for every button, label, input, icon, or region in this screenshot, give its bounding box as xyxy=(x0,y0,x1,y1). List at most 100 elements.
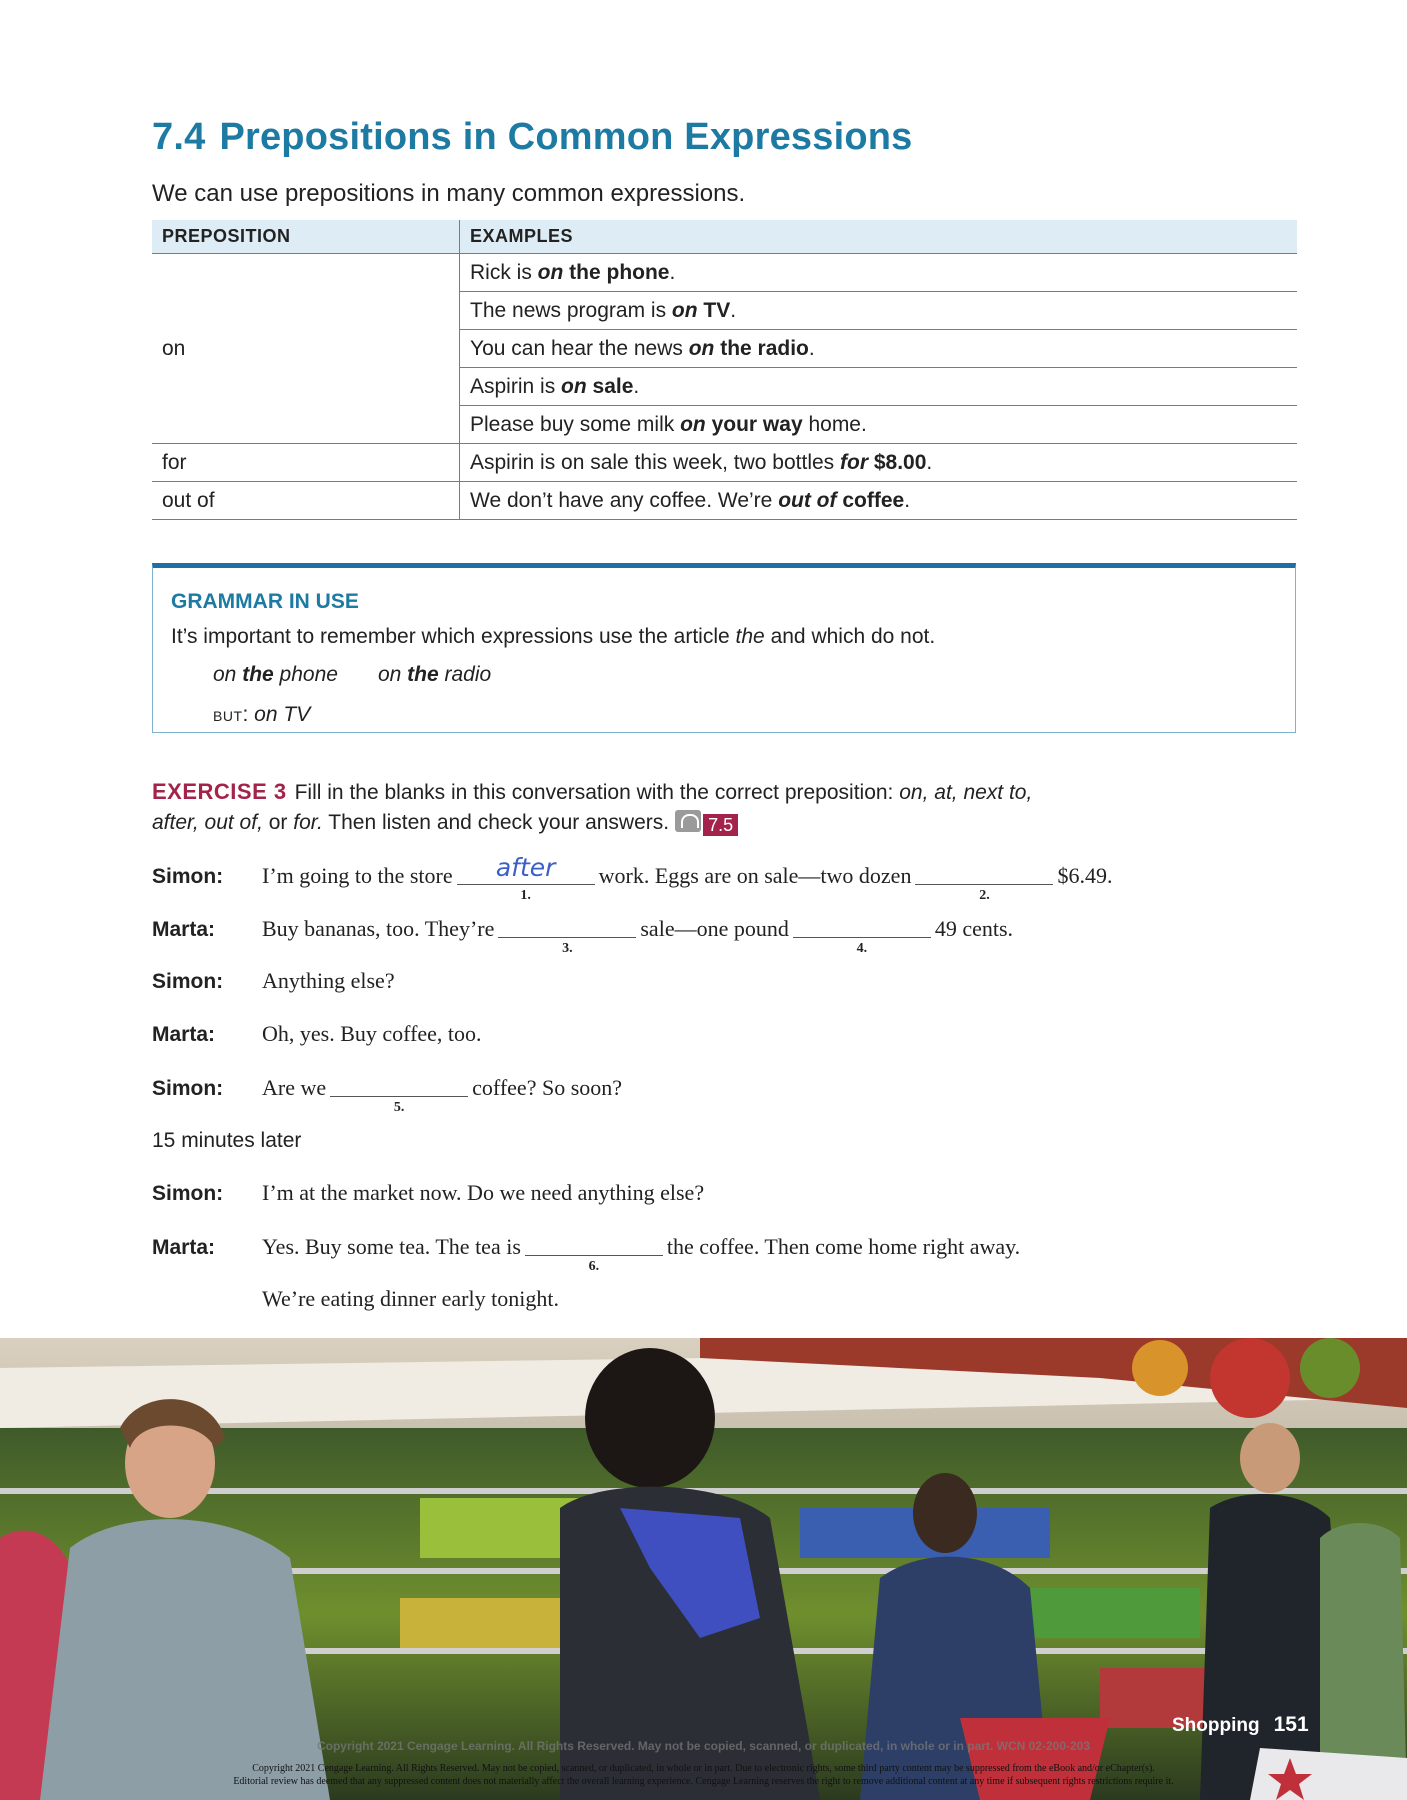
answer-blank[interactable]: 2. xyxy=(915,862,1054,903)
header-examples: EXAMPLES xyxy=(459,220,1297,254)
giu-example: phone xyxy=(273,663,338,686)
speaker-label: Simon: xyxy=(152,1182,224,1205)
exercise-instructions: EXERCISE 3 Fill in the blanks in this con… xyxy=(152,777,1302,838)
example-fragment: your way xyxy=(705,412,803,436)
grammar-but-row: BUT: on TV xyxy=(213,703,311,726)
answer-blank[interactable]: after 1. xyxy=(456,853,595,903)
audio-track-badge[interactable]: 7.5 xyxy=(703,814,739,836)
example-cell: The news program is on TV. xyxy=(459,291,1297,330)
utterance-text: coffee? So soon? xyxy=(472,1075,623,1100)
blank-number: 2. xyxy=(979,888,990,903)
giu-example-article: the xyxy=(242,663,274,686)
grammar-in-use-box: GRAMMAR IN USE It’s important to remembe… xyxy=(152,563,1296,733)
example-fragment: on xyxy=(561,374,587,398)
example-fragment: TV xyxy=(697,298,731,322)
example-fragment: the phone xyxy=(563,260,670,284)
copyright-line: Copyright 2021 Cengage Learning. All Rig… xyxy=(252,1763,1155,1774)
section-title-text: Prepositions in Common Expressions xyxy=(219,116,913,158)
table-row: on Rick is on the phone. xyxy=(152,253,1297,444)
time-note: 15 minutes later xyxy=(152,1129,302,1152)
section-title: 7.4 Prepositions in Common Expressions xyxy=(152,116,912,159)
example-fragment: You can hear the news xyxy=(470,336,689,360)
utterance-text: Oh, yes. Buy coffee, too. xyxy=(262,1021,482,1046)
example-fragment: Rick is xyxy=(470,260,538,284)
exercise-options: for. xyxy=(293,811,323,834)
answer-blank[interactable]: 3. xyxy=(498,915,637,956)
utterance-text: Are we xyxy=(262,1075,327,1100)
intro-text: We can use prepositions in many common e… xyxy=(152,180,746,207)
page-footer-tab: Shopping 151 xyxy=(1172,1713,1309,1737)
example-fragment: on xyxy=(671,298,698,322)
section-number: 7.4 xyxy=(152,116,206,158)
utterance-text: the coffee. Then come home right away. xyxy=(666,1234,1021,1259)
dialogue-line: Simon: Are we 5. coffee? So soon? xyxy=(152,1074,623,1115)
dialogue-line: Marta: Oh, yes. Buy coffee, too. xyxy=(152,1021,482,1047)
grammar-in-use-title: GRAMMAR IN USE xyxy=(171,590,359,613)
headphones-icon[interactable] xyxy=(675,810,702,832)
dialogue-line: Marta: Buy bananas, too. They’re 3. sale—on… xyxy=(152,915,1014,956)
blank-number: 5. xyxy=(393,1100,405,1115)
example-fragment: . xyxy=(926,450,933,474)
example-fragment: Please buy some milk xyxy=(470,412,681,436)
exercise-instruction: Fill in the blanks in this conversation … xyxy=(294,781,900,804)
blank-number: 1. xyxy=(520,888,531,903)
speaker-label: Marta: xyxy=(152,1023,216,1046)
but-example: on TV xyxy=(254,703,311,726)
utterance-text: Buy bananas, too. They’re xyxy=(262,916,495,941)
example-fragment: for xyxy=(840,450,869,474)
page-number: 151 xyxy=(1273,1713,1309,1736)
dialogue-line: Marta: Yes. Buy some tea. The tea is 6. the… xyxy=(152,1233,1021,1274)
blank-number: 3. xyxy=(562,941,573,956)
copyright-notice: Copyright 2021 Cengage Learning. All Rig… xyxy=(0,1762,1407,1788)
example-fragment: Aspirin is on sale this week, two bottle… xyxy=(470,450,841,474)
example-cell: Aspirin is on sale this week, two bottle… xyxy=(459,443,1297,482)
speaker-label: Simon: xyxy=(152,865,224,888)
example-fragment: on xyxy=(680,412,706,436)
blank-number: 4. xyxy=(856,941,868,956)
example-cell: We don’t have any coffee. We’re out of c… xyxy=(459,481,1297,520)
example-cell: You can hear the news on the radio. xyxy=(459,329,1297,368)
utterance-text: Anything else? xyxy=(262,968,395,993)
dialogue-line: Simon: I’m at the market now. Do we need … xyxy=(152,1180,704,1206)
example-fragment: . xyxy=(730,298,737,322)
utterance-text: 49 cents. xyxy=(934,916,1014,941)
example-cell: Rick is on the phone. xyxy=(459,253,1297,292)
utterance-text: I’m at the market now. Do we need anythi… xyxy=(262,1180,705,1205)
preposition-cell: on xyxy=(152,253,460,444)
giu-example: on xyxy=(377,663,408,686)
example-fragment: out of xyxy=(778,488,837,512)
example-fragment: coffee xyxy=(836,488,905,512)
answer-blank[interactable]: 5. xyxy=(330,1074,469,1115)
header-preposition: PREPOSITION xyxy=(152,220,460,254)
answer-blank[interactable]: 6. xyxy=(524,1233,663,1274)
example-fragment: on xyxy=(537,260,564,284)
giu-text-article: the xyxy=(735,625,765,648)
dialogue-line: Simon: I’m going to the store after 1. work.… xyxy=(152,853,1112,903)
utterance-text: Yes. Buy some tea. The tea is xyxy=(262,1234,521,1259)
grammar-in-use-text: It’s important to remember which express… xyxy=(171,625,935,649)
blank-number: 6. xyxy=(588,1259,600,1274)
utterance-text: I’m going to the store xyxy=(262,863,453,888)
giu-example-article: the xyxy=(407,663,439,686)
dialogue-line: We’re eating dinner early tonight. xyxy=(152,1286,559,1312)
grammar-example-row: on the phone on the radio xyxy=(213,663,491,687)
speaker-label: Marta: xyxy=(152,918,216,941)
preposition-cell: for xyxy=(152,443,460,482)
answer-blank[interactable]: 4. xyxy=(792,915,931,956)
speaker-label: Simon: xyxy=(152,1077,224,1100)
giu-example: radio xyxy=(438,663,492,686)
giu-text-part: It’s important to remember which express… xyxy=(171,625,736,648)
example-fragment: We don’t have any coffee. We’re xyxy=(470,488,779,512)
table-header-row: PREPOSITION EXAMPLES xyxy=(152,220,1297,254)
copyright-line: Editorial review has deemed that any sup… xyxy=(233,1776,1174,1787)
example-cell: Please buy some milk on your way home. xyxy=(459,405,1297,444)
utterance-text: sale—one pound xyxy=(640,916,789,941)
example-fragment: $8.00 xyxy=(868,450,927,474)
preposition-table: PREPOSITION EXAMPLES on Rick is on the ph… xyxy=(152,220,1297,520)
example-fragment: on xyxy=(688,336,715,360)
utterance-text: work. Eggs are on sale—two dozen xyxy=(598,863,912,888)
speaker-label: Simon: xyxy=(152,970,224,993)
speaker-label: Marta: xyxy=(152,1236,216,1259)
example-fragment: sale xyxy=(586,374,634,398)
giu-text-part: and which do not. xyxy=(764,625,936,648)
